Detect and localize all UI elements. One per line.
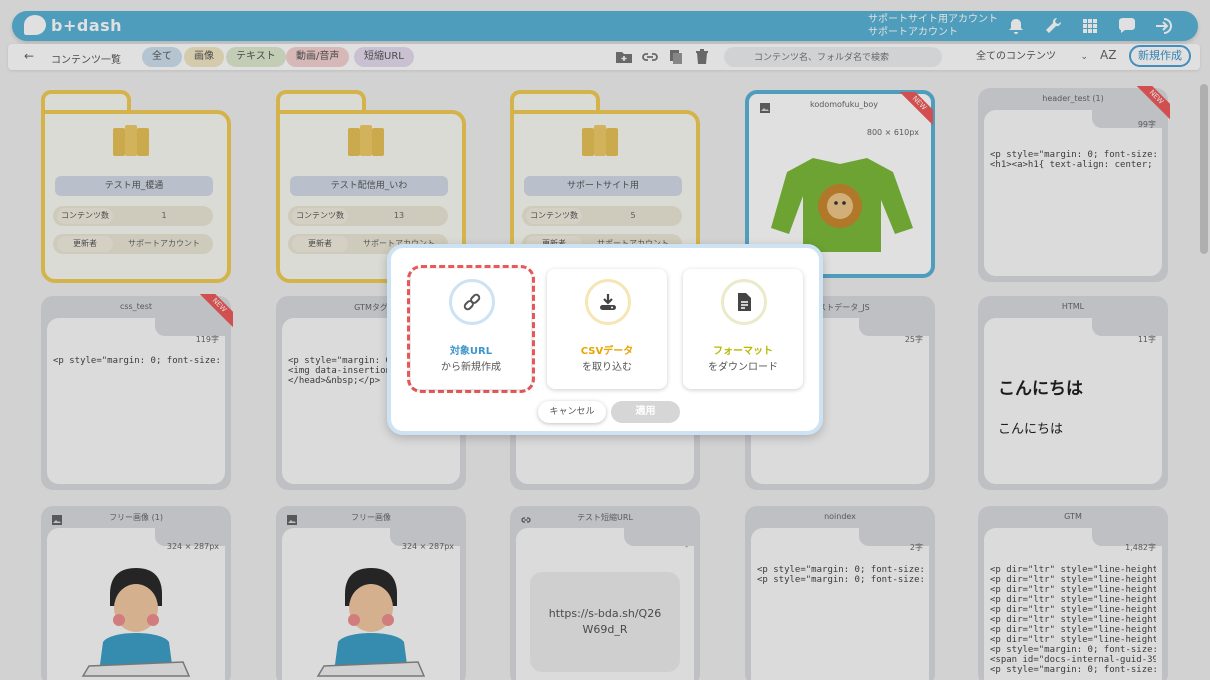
option-download-format[interactable]: フォーマット をダウンロード bbox=[683, 269, 803, 389]
option-subtitle: を取り込む bbox=[582, 362, 632, 373]
apply-button[interactable]: 適用 bbox=[611, 401, 680, 423]
option-subtitle: から新規作成 bbox=[441, 362, 501, 373]
option-subtitle: をダウンロード bbox=[708, 362, 778, 373]
option-import-csv[interactable]: CSVデータ を取り込む bbox=[547, 269, 667, 389]
document-icon bbox=[738, 293, 751, 311]
option-create-from-url[interactable]: 対象URL から新規作成 bbox=[411, 269, 531, 389]
option-title: 対象URL bbox=[449, 346, 493, 357]
new-content-modal: 対象URL から新規作成 CSVデータ を取り込む フォーマット をダウンロード… bbox=[387, 244, 823, 435]
option-title: フォーマット bbox=[713, 346, 773, 357]
option-title: CSVデータ bbox=[580, 346, 634, 357]
download-icon bbox=[600, 294, 616, 310]
cancel-button[interactable]: キャンセル bbox=[538, 401, 606, 423]
link-icon bbox=[463, 293, 481, 311]
